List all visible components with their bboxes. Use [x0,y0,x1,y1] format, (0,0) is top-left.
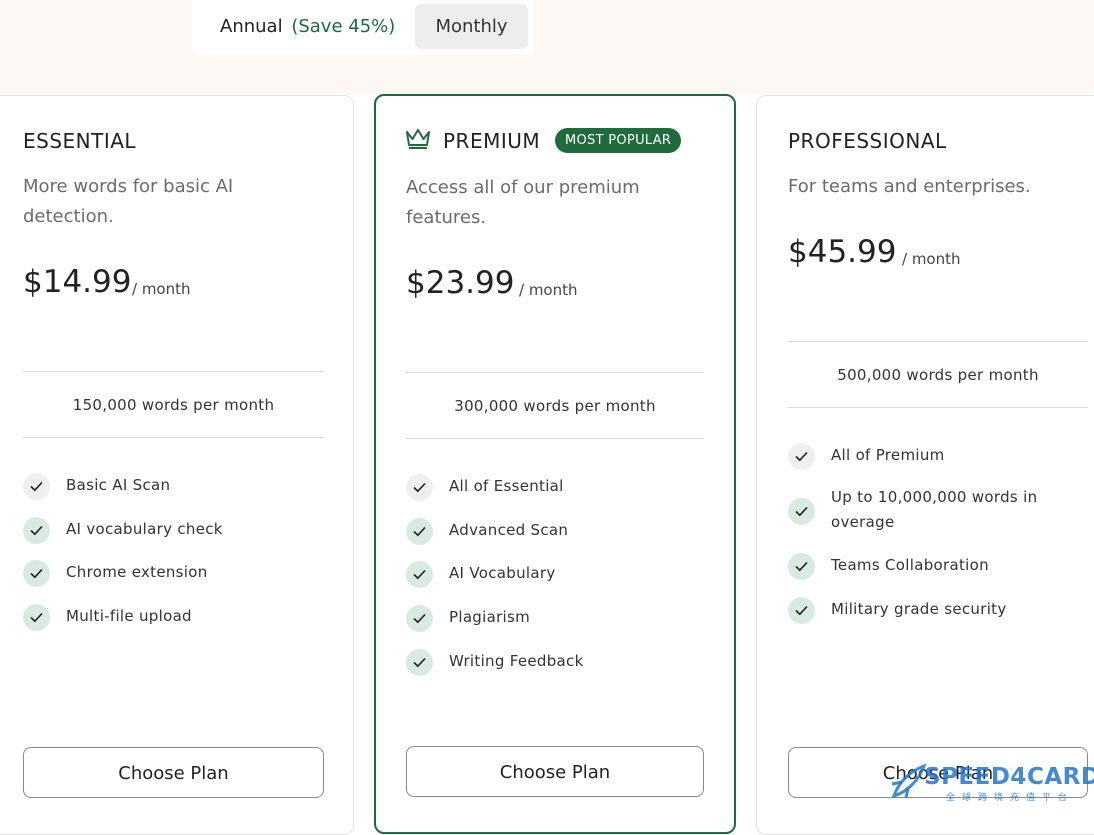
choose-plan-button-essential[interactable]: Choose Plan [23,747,324,798]
feature-item: Military grade security [788,597,1007,624]
plan-card-essential: ESSENTIAL More words for basic AI detect… [0,95,354,835]
feature-item: Writing Feedback [406,649,584,676]
annual-label: Annual [220,16,283,37]
divider [406,438,704,439]
check-icon [788,443,815,470]
feature-label: Up to 10,000,000 words in overage [831,488,1038,531]
feature-label: All of Essential [449,477,564,495]
plan-name: ESSENTIAL [23,129,137,153]
check-icon [406,561,433,588]
plan-description: For teams and enterprises. [788,176,1031,197]
divider [788,341,1088,342]
feature-item: Advanced Scan [406,518,568,545]
plan-name: PROFESSIONAL [788,129,947,153]
check-icon [406,474,433,501]
check-icon [406,649,433,676]
feature-label: AI Vocabulary [449,564,556,582]
feature-label: Plagiarism [449,608,531,626]
plan-period: / month [519,281,578,299]
divider [406,372,704,373]
feature-label: All of Premium [831,446,945,464]
feature-label: Teams Collaboration [831,556,989,574]
check-icon [23,560,50,587]
feature-label: Chrome extension [66,563,208,581]
feature-label: Military grade security [831,600,1007,618]
crown-icon [405,127,431,153]
words-per-month: 150,000 words per month [72,396,275,414]
feature-item: Multi-file upload [23,604,192,631]
feature-label: AI vocabulary check [66,520,223,538]
check-icon [788,597,815,624]
billing-toggle: Annual (Save 45%) Monthly [192,0,534,55]
choose-plan-button-professional[interactable]: Choose Plan [788,747,1088,798]
monthly-toggle-option[interactable]: Monthly [415,4,528,49]
top-band [0,0,1094,94]
words-per-month: 300,000 words per month [454,397,656,415]
check-icon [23,604,50,631]
feature-label: Advanced Scan [449,521,569,539]
feature-item: Teams Collaboration [788,553,989,580]
plan-description: More words for basic AI detection. [23,176,234,227]
plan-price: $14.99 [23,264,132,300]
plan-card-premium: PREMIUM MOST POPULAR Access all of our p… [374,94,736,834]
divider [23,371,324,372]
choose-plan-button-premium[interactable]: Choose Plan [406,746,704,797]
plan-price: $23.99 [406,265,515,301]
feature-item: Chrome extension [23,560,208,587]
plan-card-professional: PROFESSIONAL For teams and enterprises. … [756,95,1094,835]
feature-item: AI vocabulary check [23,517,223,544]
check-icon [788,498,815,525]
feature-label: Basic AI Scan [66,476,171,494]
check-icon [406,518,433,545]
check-icon [23,473,50,500]
plan-period: / month [902,250,961,268]
annual-toggle-option[interactable]: Annual (Save 45%) [202,4,413,49]
plan-name: PREMIUM [443,129,541,153]
divider [23,437,324,438]
feature-item: AI Vocabulary [406,561,556,588]
check-icon [406,605,433,632]
feature-label: Writing Feedback [449,652,584,670]
feature-item: All of Essential [406,474,564,501]
plan-description: Access all of our premium features. [406,177,640,228]
annual-save-label: (Save 45%) [291,16,396,37]
plan-period: / month [132,280,191,298]
check-icon [23,517,50,544]
feature-item: All of Premium [788,443,945,470]
check-icon [788,553,815,580]
feature-item: Plagiarism [406,605,530,632]
feature-item: Up to 10,000,000 words in overage [788,485,1046,535]
words-per-month: 500,000 words per month [837,366,1039,384]
feature-label: Multi-file upload [66,607,192,625]
feature-item: Basic AI Scan [23,473,170,500]
most-popular-badge: MOST POPULAR [555,128,682,153]
divider [788,407,1088,408]
plan-price: $45.99 [788,234,897,270]
